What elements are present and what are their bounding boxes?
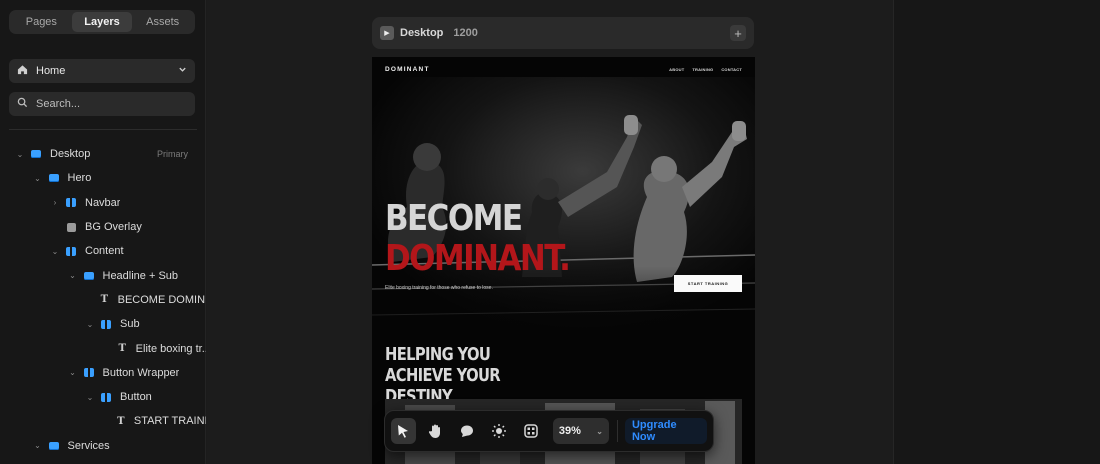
search-icon xyxy=(17,97,28,111)
upgrade-button[interactable]: Upgrade Now xyxy=(624,418,708,444)
layer-item[interactable]: ⌄ Desktop Primary xyxy=(0,142,206,166)
tab-assets[interactable]: Assets xyxy=(132,12,193,32)
stack-vertical-icon xyxy=(28,148,44,160)
chevron-down-icon[interactable]: ⌄ xyxy=(84,320,96,329)
layer-name: Elite boxing tr... xyxy=(135,342,206,355)
page-select-label: Home xyxy=(36,65,66,77)
stack-vertical-icon xyxy=(81,270,97,282)
layer-item[interactable]: T START TRAINI... xyxy=(0,409,206,433)
site-logo[interactable]: DOMINANT xyxy=(385,66,430,73)
site-nav-links: ABOUT TRAINING CONTACT xyxy=(669,67,742,72)
frame-title: Desktop xyxy=(400,27,444,39)
chevron-down-icon xyxy=(178,65,187,77)
chevron-down-icon[interactable]: ⌄ xyxy=(84,393,96,402)
layer-name: Button xyxy=(120,391,152,404)
layer-item[interactable]: T Elite boxing tr... xyxy=(0,336,206,360)
chevron-down-icon[interactable]: ⌄ xyxy=(32,174,44,183)
stack-horizontal-icon xyxy=(98,318,114,330)
nav-link-contact[interactable]: CONTACT xyxy=(721,67,742,72)
chevron-down-icon[interactable]: ⌄ xyxy=(32,441,44,450)
hero-subtext: Elite boxing training for those who refu… xyxy=(385,285,493,291)
search-placeholder: Search... xyxy=(36,98,81,110)
tab-layers[interactable]: Layers xyxy=(71,12,133,32)
app-window: Pages Layers Assets Home Search... ⌄ Desk… xyxy=(0,0,1100,464)
zoom-value: 39% xyxy=(558,425,581,437)
layer-name: Desktop xyxy=(50,148,91,161)
layer-item[interactable]: ⌄ Services xyxy=(0,434,206,458)
tab-pages[interactable]: Pages xyxy=(11,12,72,32)
services-heading: HELPING YOU ACHIEVE YOUR DESTINY xyxy=(385,344,501,407)
zoom-select[interactable]: 39% ⌄ xyxy=(552,418,609,444)
home-icon xyxy=(17,64,28,78)
nav-link-about[interactable]: ABOUT xyxy=(669,67,684,72)
text-layer-icon: T xyxy=(118,343,126,355)
layer-item[interactable]: ⌄ Sub xyxy=(0,312,206,336)
bottom-toolbar: 39% ⌄ Upgrade Now xyxy=(384,410,714,452)
add-breakpoint-button[interactable]: + xyxy=(730,25,746,41)
chevron-down-icon[interactable]: ⌄ xyxy=(67,368,79,377)
text-layer-icon: T xyxy=(100,294,109,306)
layer-item[interactable]: ⌄ Content xyxy=(0,239,206,263)
layer-name: Hero xyxy=(67,172,92,185)
layer-item[interactable]: ⌄ Button xyxy=(0,385,206,409)
grid-icon[interactable] xyxy=(519,418,544,444)
search-input[interactable]: Search... xyxy=(9,92,195,116)
start-training-button[interactable]: START TRAINING xyxy=(674,275,742,292)
layer-name: Content xyxy=(85,245,124,258)
layer-item[interactable]: BG Overlay xyxy=(0,215,206,239)
panel-tabs: Pages Layers Assets xyxy=(9,10,195,34)
layer-name: Navbar xyxy=(85,196,121,209)
layer-item[interactable]: ⌄ Hero xyxy=(0,166,206,190)
nav-link-training[interactable]: TRAINING xyxy=(692,67,713,72)
layer-name: BECOME DOMIN... xyxy=(117,293,206,306)
chevron-down-icon: ⌄ xyxy=(596,426,603,436)
layer-name: Services xyxy=(67,439,110,452)
stack-vertical-icon xyxy=(46,172,62,184)
cursor-icon[interactable] xyxy=(391,418,416,444)
layer-name: Button Wrapper xyxy=(102,366,180,379)
layers-tree: ⌄ Desktop Primary ⌄ Hero › Navbar BG Overlay ⌄ Co… xyxy=(0,142,206,458)
play-icon[interactable]: ▶ xyxy=(380,26,394,40)
text-layer-icon: T xyxy=(117,415,125,427)
page-select[interactable]: Home xyxy=(9,59,195,83)
right-panel xyxy=(893,0,1100,464)
stack-horizontal-icon xyxy=(98,391,114,403)
hero-headline-line1: BECOME xyxy=(385,198,523,239)
left-panel: Pages Layers Assets Home Search... ⌄ Desk… xyxy=(0,0,206,464)
hand-icon[interactable] xyxy=(423,418,448,444)
chevron-down-icon[interactable]: ⌄ xyxy=(67,271,79,280)
layer-name: START TRAINI... xyxy=(133,415,206,428)
chevron-down-icon[interactable]: ⌄ xyxy=(49,247,61,256)
layer-name: Sub xyxy=(120,318,140,331)
layer-tag: Primary xyxy=(157,149,188,160)
sun-icon[interactable] xyxy=(487,418,512,444)
stack-vertical-icon xyxy=(46,440,62,452)
layer-item[interactable]: › Navbar xyxy=(0,191,206,215)
frame-width: 1200 xyxy=(453,27,478,39)
hero-headline-line2: DOMINANT. xyxy=(385,238,571,279)
frame-header[interactable]: ▶ Desktop 1200 + xyxy=(372,17,754,49)
layer-item[interactable]: T BECOME DOMIN... xyxy=(0,288,206,312)
toolbar-divider xyxy=(617,420,618,442)
site-preview[interactable]: DOMINANT ABOUT TRAINING CONTACT BECOME D… xyxy=(372,57,755,464)
layer-item[interactable]: ⌄ Headline + Sub xyxy=(0,263,206,287)
layer-name: BG Overlay xyxy=(85,221,142,234)
stack-horizontal-icon xyxy=(63,245,79,257)
stack-horizontal-icon xyxy=(63,197,79,209)
site-navbar: DOMINANT ABOUT TRAINING CONTACT xyxy=(385,64,742,74)
layer-item[interactable]: ⌄ Button Wrapper xyxy=(0,361,206,385)
divider xyxy=(9,129,197,130)
frame-icon xyxy=(63,221,79,233)
chevron-down-icon[interactable]: ⌄ xyxy=(14,150,26,159)
stack-horizontal-icon xyxy=(81,367,97,379)
layer-name: Headline + Sub xyxy=(102,269,179,282)
comment-icon[interactable] xyxy=(455,418,480,444)
chevron-right-icon[interactable]: › xyxy=(49,198,61,207)
